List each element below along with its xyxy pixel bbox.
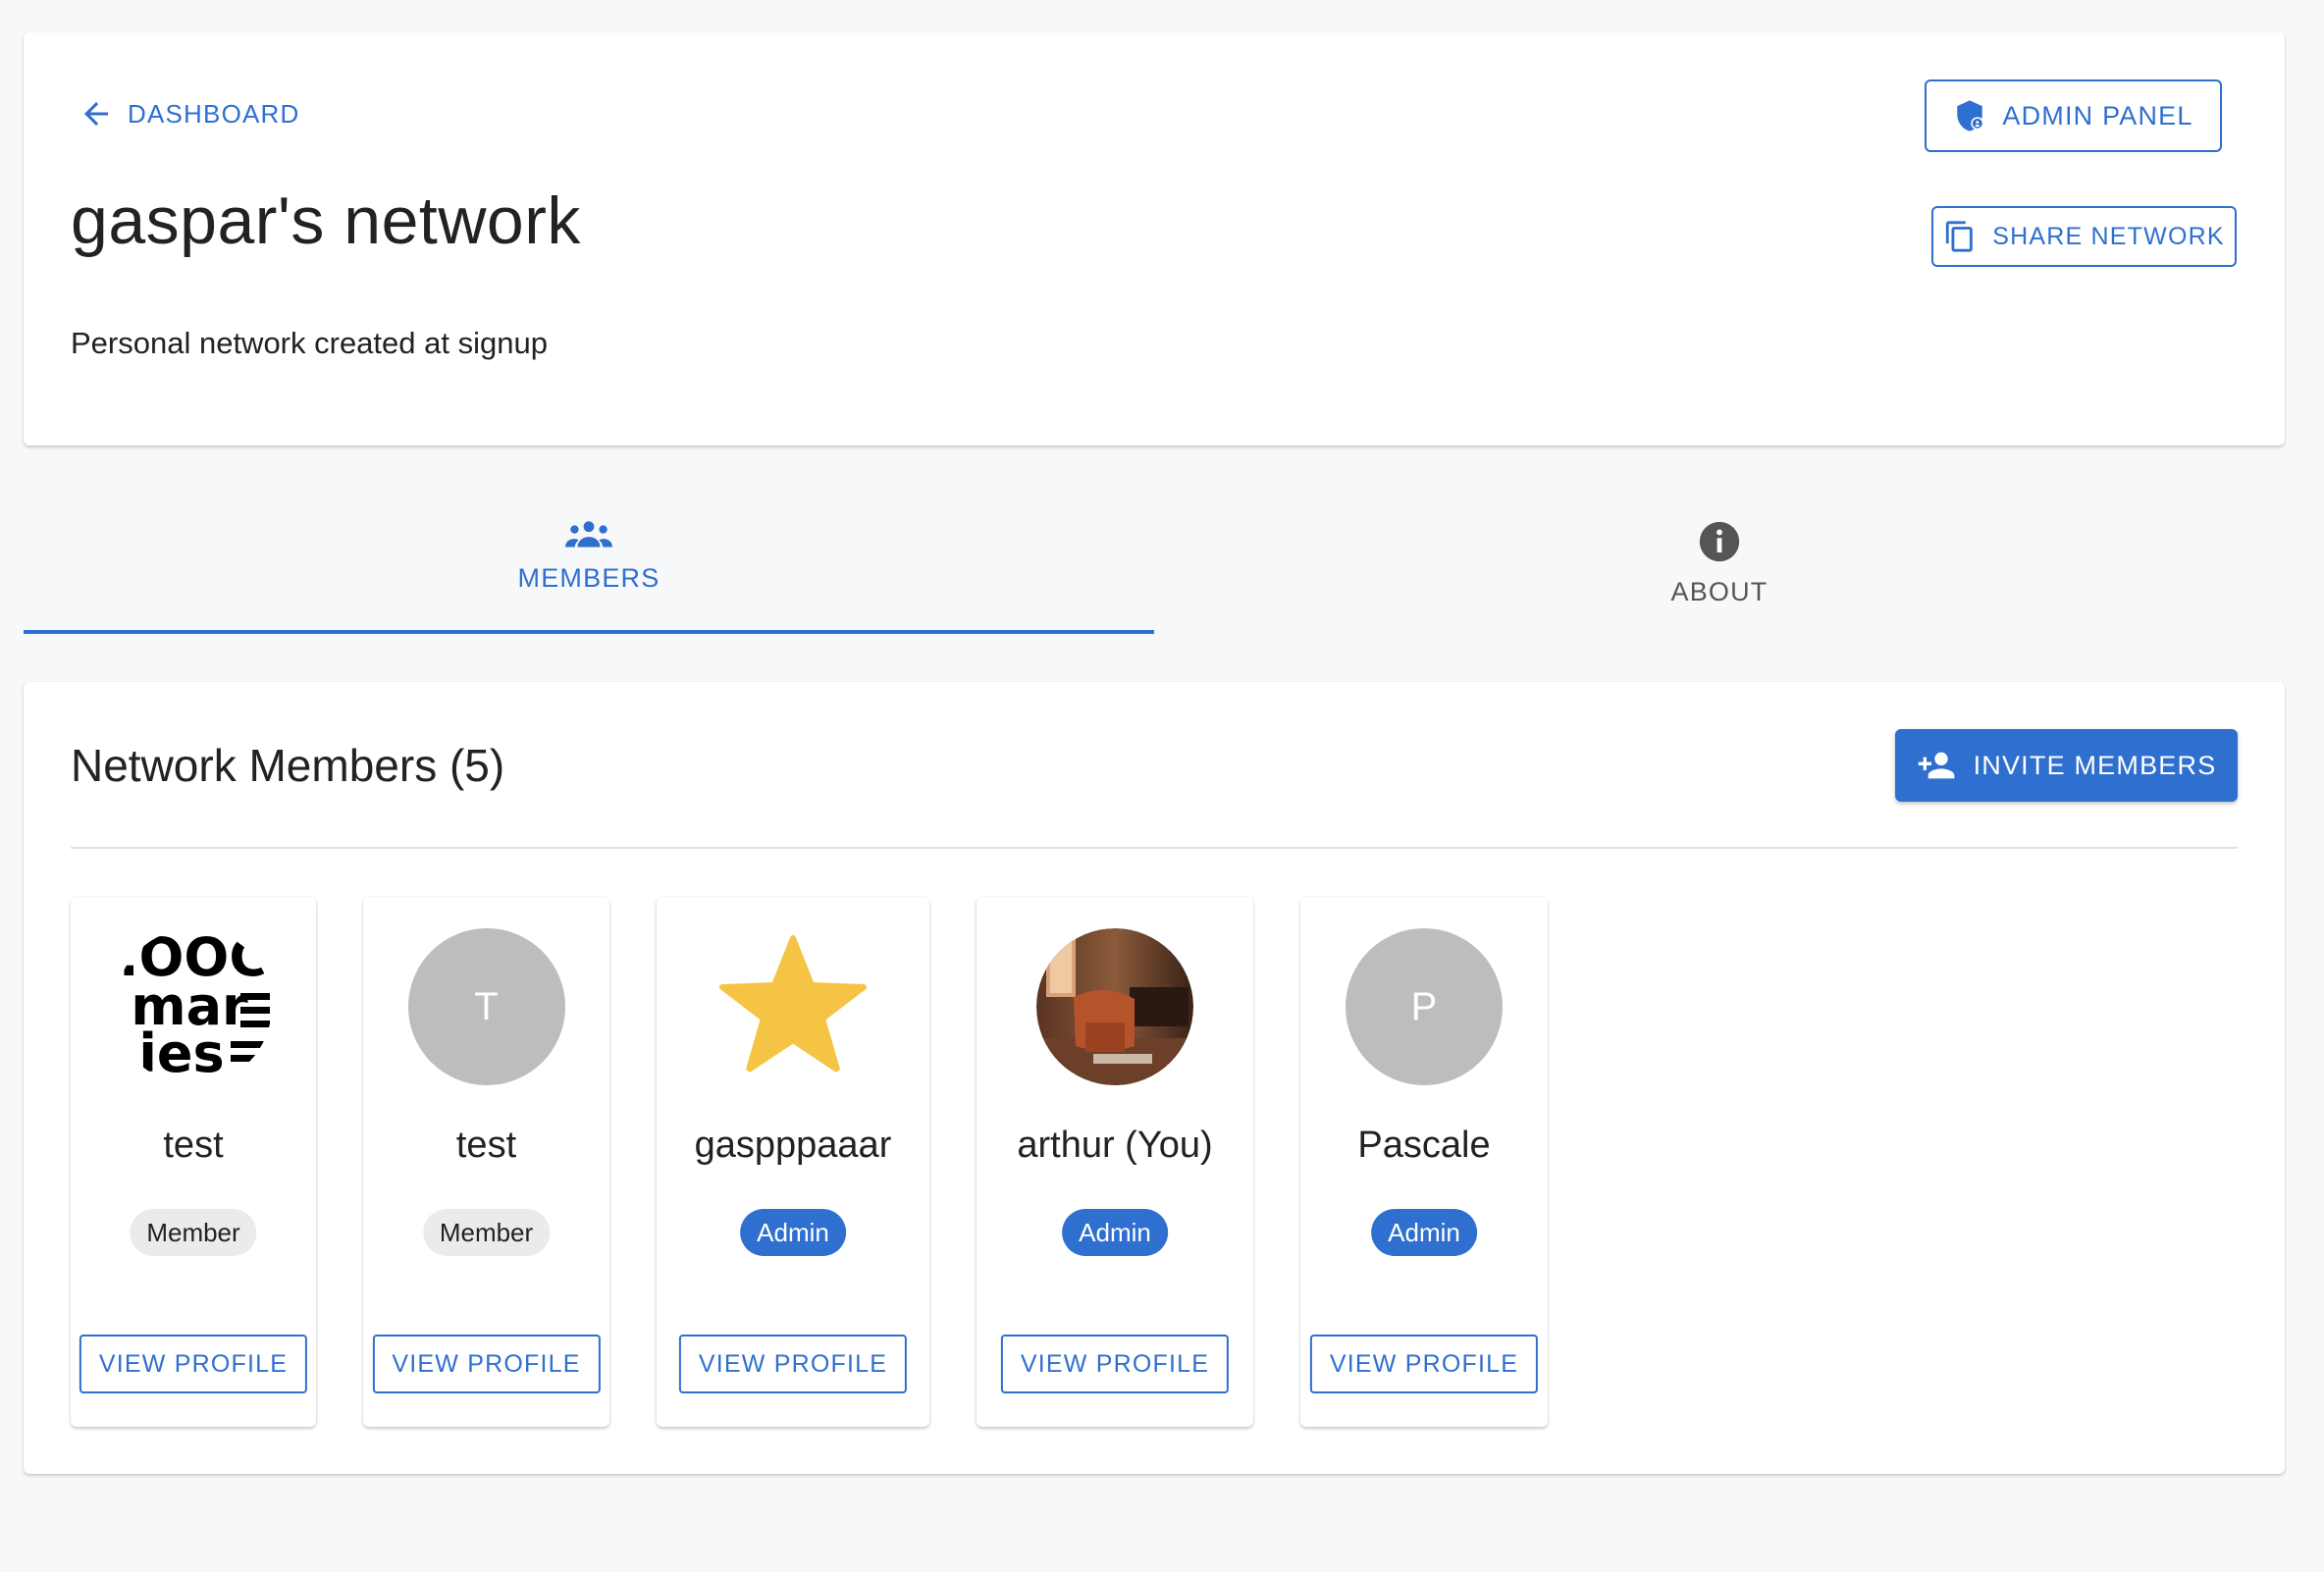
svg-text:ies: ies: [138, 1022, 224, 1084]
view-profile-button[interactable]: VIEW PROFILE: [79, 1335, 308, 1393]
member-name: gaspppaaar: [694, 1125, 892, 1166]
active-tab-indicator: [24, 630, 1154, 634]
view-profile-button[interactable]: VIEW PROFILE: [372, 1335, 601, 1393]
invite-members-button[interactable]: INVITE MEMBERS: [1895, 729, 2238, 802]
role-badge: Member: [422, 1209, 551, 1256]
role-badge: Admin: [1371, 1209, 1477, 1256]
section-divider: [71, 847, 2238, 849]
group-icon: [565, 521, 612, 548]
avatar: P: [1346, 928, 1503, 1085]
back-to-dashboard-link[interactable]: DASHBOARD: [79, 96, 300, 131]
admin-panel-label: ADMIN PANEL: [2002, 100, 2193, 131]
members-section-title: Network Members (5): [71, 740, 505, 791]
tab-members[interactable]: MEMBERS: [24, 510, 1154, 634]
share-network-button[interactable]: SHARE NETWORK: [1931, 206, 2237, 267]
member-name: Pascale: [1357, 1125, 1491, 1166]
tab-about-label: ABOUT: [1670, 577, 1769, 606]
view-profile-button[interactable]: VIEW PROFILE: [1000, 1335, 1230, 1393]
invite-members-label: INVITE MEMBERS: [1973, 750, 2217, 780]
star-avatar: [714, 928, 872, 1085]
role-badge: Admin: [740, 1209, 846, 1256]
member-card: .OOC mar ies test Member VIEW PROFILE: [71, 897, 316, 1427]
page-title: gaspar's network: [71, 183, 581, 258]
view-profile-button[interactable]: VIEW PROFILE: [678, 1335, 908, 1393]
star-icon: [719, 935, 867, 1073]
logo-avatar: .OOC mar ies: [115, 928, 272, 1085]
member-name: test: [163, 1125, 224, 1166]
arrow-back-icon: [84, 102, 108, 126]
copy-icon: [1946, 221, 1974, 252]
admin-panel-button[interactable]: ADMIN PANEL: [1925, 79, 2222, 152]
role-badge: Member: [130, 1209, 257, 1256]
view-profile-button[interactable]: VIEW PROFILE: [1309, 1335, 1539, 1393]
back-link-label: DASHBOARD: [128, 98, 300, 129]
info-icon: [1699, 521, 1740, 562]
member-name: arthur (You): [1017, 1125, 1213, 1166]
member-card: P Pascale Admin VIEW PROFILE: [1300, 897, 1548, 1427]
network-description: Personal network created at signup: [71, 326, 548, 360]
admin-shield-icon: [1957, 100, 1984, 131]
tab-about[interactable]: ABOUT: [1154, 510, 2285, 634]
photo-avatar: [1036, 928, 1193, 1085]
member-card: gaspppaaar Admin VIEW PROFILE: [657, 897, 929, 1427]
tab-members-label: MEMBERS: [517, 563, 660, 593]
avatar: T: [407, 928, 565, 1085]
role-badge: Admin: [1062, 1209, 1168, 1256]
member-card: arthur (You) Admin VIEW PROFILE: [977, 897, 1253, 1427]
share-network-label: SHARE NETWORK: [1992, 222, 2225, 250]
member-name: test: [455, 1125, 517, 1166]
member-card: T test Member VIEW PROFILE: [363, 897, 609, 1427]
person-add-icon: [1918, 752, 1954, 779]
